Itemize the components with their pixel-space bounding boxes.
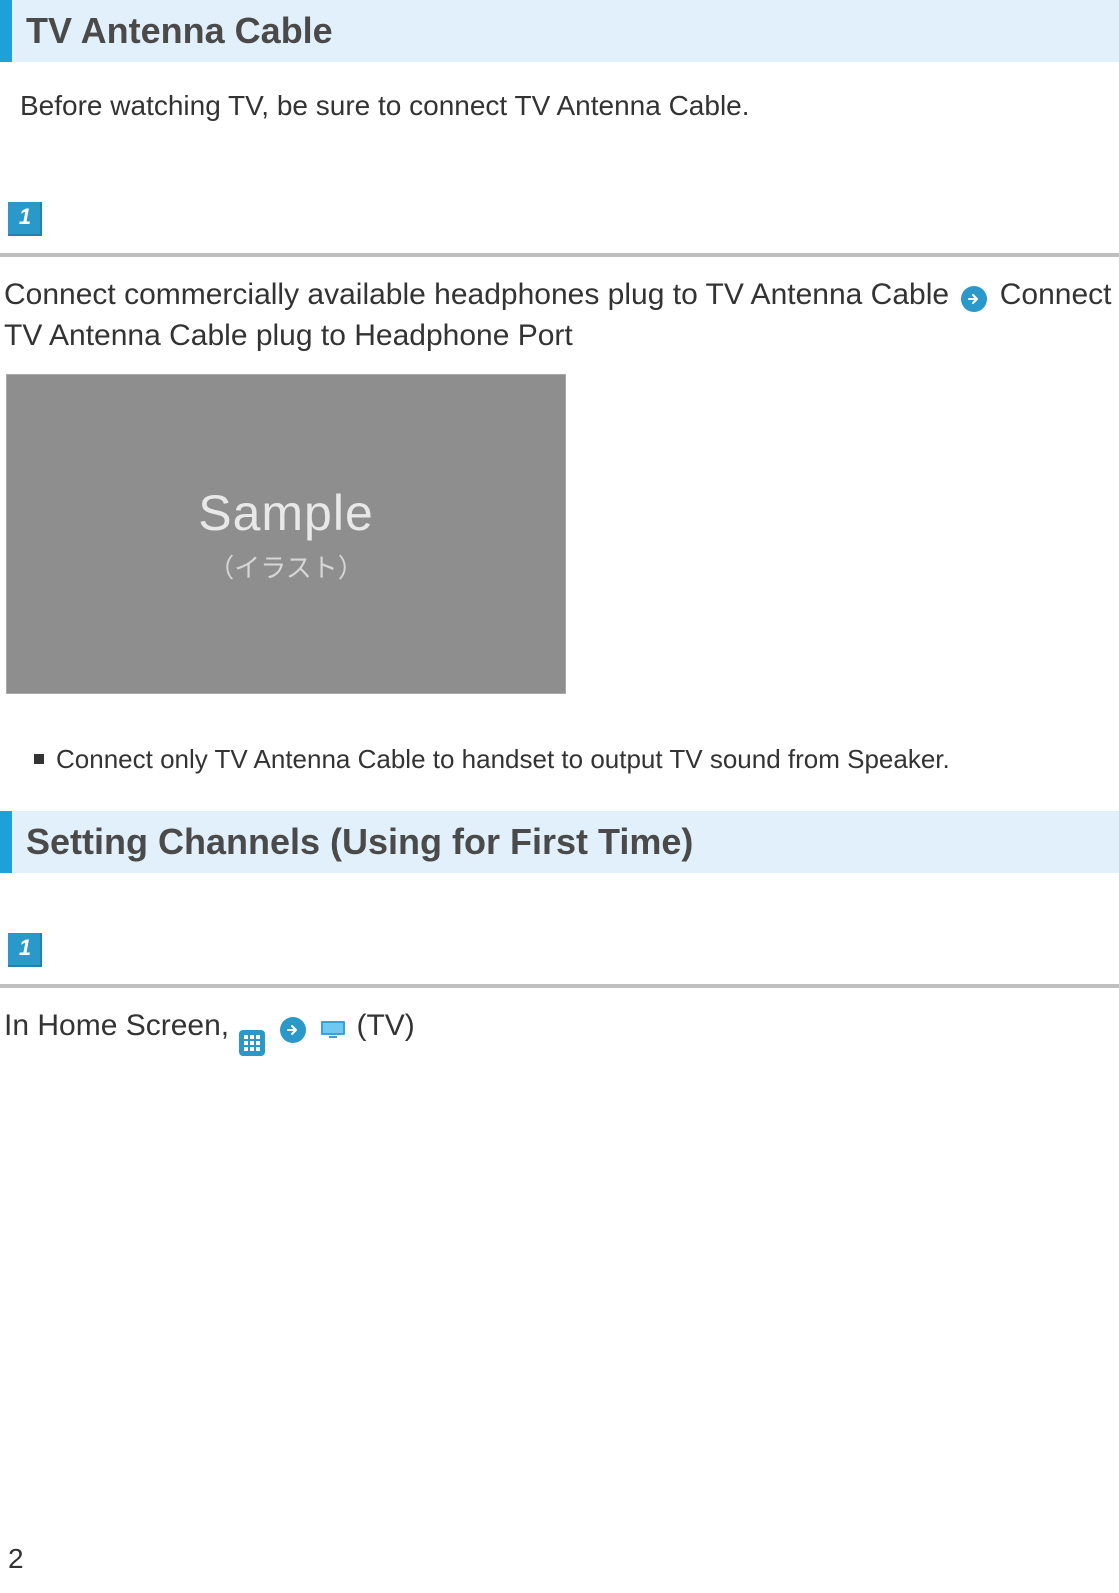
arrow-right-icon xyxy=(961,286,987,312)
step1-text: Connect commercially available headphone… xyxy=(0,271,1119,366)
sample-illustration-placeholder: Sample （イラスト） xyxy=(6,374,566,694)
step-number: 1 xyxy=(8,204,42,230)
section-title: Setting Channels (Using for First Time) xyxy=(26,821,1105,863)
note-text: Connect only TV Antenna Cable to handset… xyxy=(56,744,950,775)
section1-intro: Before watching TV, be sure to connect T… xyxy=(0,62,1119,142)
sample-sublabel: （イラスト） xyxy=(208,548,363,585)
app-grid-icon xyxy=(239,1030,265,1056)
step-text-a: In Home Screen, xyxy=(4,1009,237,1042)
note-bullet: Connect only TV Antenna Cable to handset… xyxy=(0,724,1119,811)
tv-icon xyxy=(320,1016,346,1042)
sample-label: Sample xyxy=(198,484,374,542)
arrow-right-icon xyxy=(280,1017,306,1043)
section-heading-tv-antenna: TV Antenna Cable xyxy=(0,0,1119,62)
document-page: TV Antenna Cable Before watching TV, be … xyxy=(0,0,1119,1593)
tv-label: (TV) xyxy=(356,1009,414,1042)
step-number-icon: 1 xyxy=(8,933,42,967)
step-divider xyxy=(0,984,1119,988)
step1-text-a: Connect commercially available headphone… xyxy=(4,278,949,311)
section-heading-setting-channels: Setting Channels (Using for First Time) xyxy=(0,811,1119,873)
section2-step1-text: In Home Screen, (TV) xyxy=(0,1002,1119,1066)
bullet-square-icon xyxy=(34,754,44,764)
step-number-icon: 1 xyxy=(8,202,42,236)
step-divider xyxy=(0,253,1119,257)
section-title: TV Antenna Cable xyxy=(26,10,1105,52)
page-number: 2 xyxy=(8,1543,24,1575)
step-number: 1 xyxy=(8,935,42,961)
